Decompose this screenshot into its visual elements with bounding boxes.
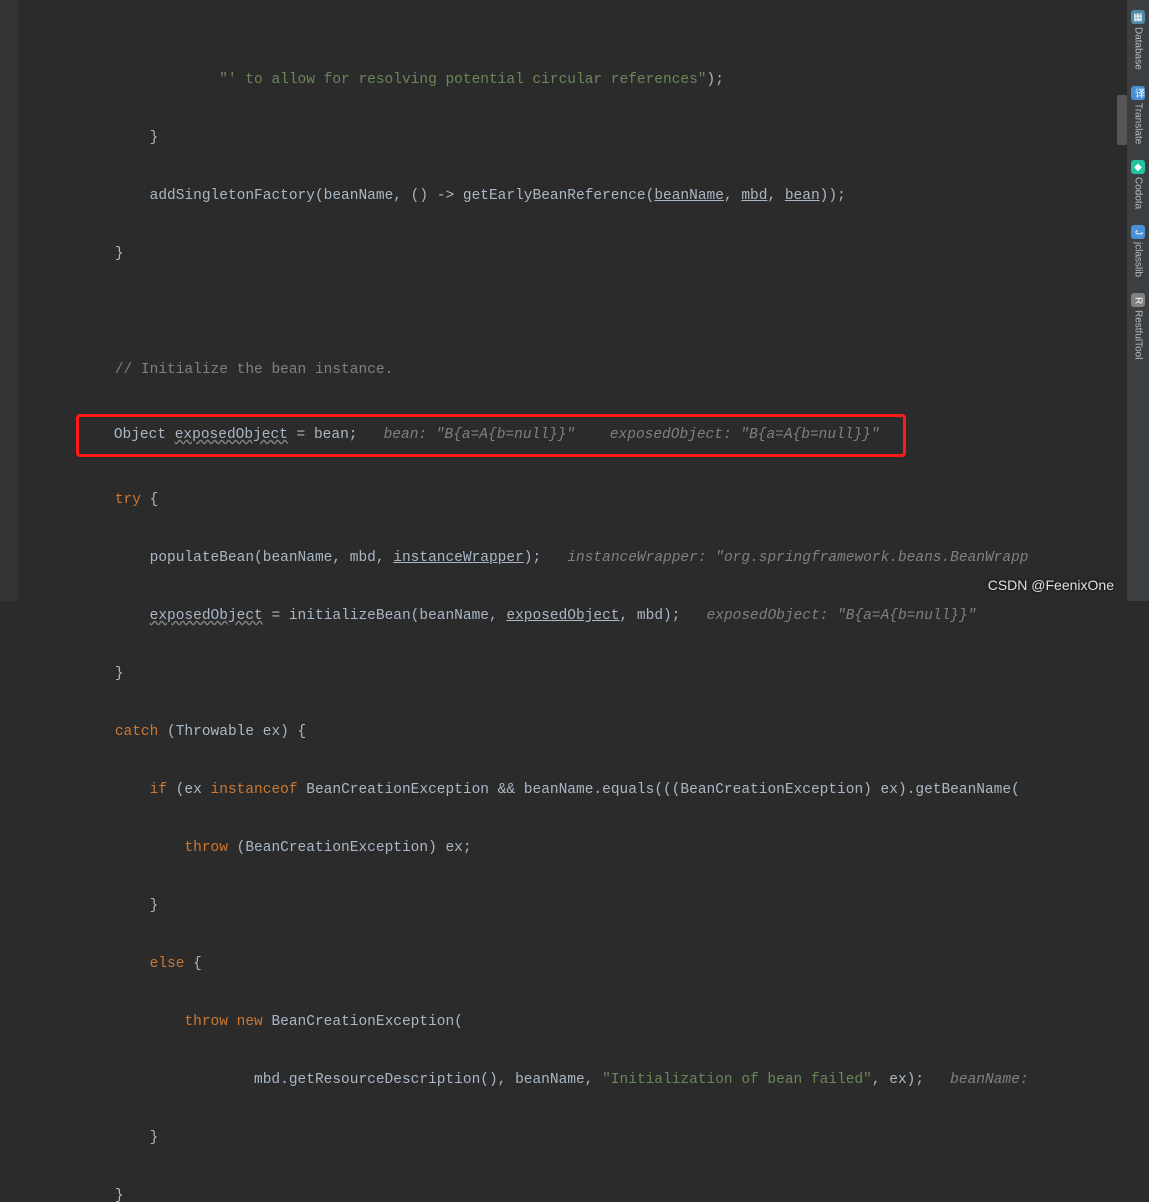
- code-text: = bean;: [288, 427, 358, 443]
- code-text: }: [150, 1130, 159, 1146]
- code-text: (BeanCreationException) ex;: [228, 840, 472, 856]
- sidebar-tab-codota[interactable]: ◆ Codota: [1129, 154, 1147, 215]
- scroll-marker[interactable]: [1117, 95, 1127, 145]
- code-text: "' to allow for resolving potential circ…: [219, 72, 706, 88]
- code-text: mbd.getResourceDescription(), beanName,: [254, 1072, 602, 1088]
- jclasslib-icon: J: [1131, 225, 1145, 239]
- keyword: throw new: [184, 1014, 262, 1030]
- keyword: throw: [184, 840, 228, 856]
- code-text: );: [707, 72, 724, 88]
- inline-hint: bean: "B{a=A{b=null}}": [384, 427, 575, 443]
- watermark: CSDN @FeenixOne: [988, 577, 1114, 593]
- keyword: instanceof: [211, 782, 298, 798]
- code-text: (Throwable ex) {: [158, 724, 306, 740]
- code-text: }: [115, 1188, 124, 1202]
- sidebar-tab-restfultool[interactable]: R RestfulTool: [1129, 287, 1147, 365]
- code-text: BeanCreationException && beanName.equals…: [298, 782, 1020, 798]
- sidebar-tab-label: RestfulTool: [1133, 310, 1144, 359]
- param-ref: exposedObject: [506, 608, 619, 624]
- code-text: {: [141, 492, 158, 508]
- keyword: else: [150, 956, 185, 972]
- code-text: , ex);: [872, 1072, 924, 1088]
- code-text: ));: [820, 188, 846, 204]
- param-ref: beanName: [654, 188, 724, 204]
- sidebar-tab-label: jclasslib: [1133, 242, 1144, 277]
- param-ref: bean: [785, 188, 820, 204]
- sidebar-tab-label: Database: [1133, 27, 1144, 70]
- inline-hint: beanName:: [950, 1072, 1028, 1088]
- var-ref: exposedObject: [150, 608, 263, 624]
- string-literal: "Initialization of bean failed": [602, 1072, 872, 1088]
- highlight-box: Object exposedObject = bean; bean: "B{a=…: [76, 414, 906, 457]
- code-text: ,: [724, 188, 741, 204]
- keyword: catch: [115, 724, 159, 740]
- param-ref: instanceWrapper: [393, 550, 524, 566]
- code-text: }: [150, 898, 159, 914]
- inline-hint: exposedObject: "B{a=A{b=null}}": [707, 608, 977, 624]
- database-icon: ▦: [1131, 10, 1145, 24]
- code-editor[interactable]: "' to allow for resolving potential circ…: [0, 0, 1149, 1202]
- restfultool-icon: R: [1131, 293, 1145, 307]
- inline-hint: exposedObject: "B{a=A{b=null}}": [610, 427, 880, 443]
- var-declaration: exposedObject: [175, 427, 288, 443]
- code-text: }: [115, 666, 124, 682]
- code-text: addSingletonFactory(beanName, () -> getE…: [150, 188, 655, 204]
- param-ref: mbd: [741, 188, 767, 204]
- code-text: }: [150, 130, 159, 146]
- keyword: try: [115, 492, 141, 508]
- sidebar-tab-jclasslib[interactable]: J jclasslib: [1129, 219, 1147, 283]
- code-text: }: [115, 246, 124, 262]
- code-text: populateBean(beanName, mbd,: [150, 550, 394, 566]
- translate-icon: 译: [1131, 86, 1145, 100]
- code-text: );: [524, 550, 541, 566]
- code-text: (ex: [167, 782, 211, 798]
- sidebar-tab-database[interactable]: ▦ Database: [1129, 4, 1147, 76]
- sidebar-tab-translate[interactable]: 译 Translate: [1129, 80, 1147, 150]
- code-text: = initializeBean(beanName,: [263, 608, 507, 624]
- code-text: Object: [114, 427, 175, 443]
- keyword: if: [150, 782, 167, 798]
- codota-icon: ◆: [1131, 160, 1145, 174]
- right-toolbar: ▦ Database 译 Translate ◆ Codota J jclass…: [1127, 0, 1149, 601]
- code-text: {: [184, 956, 201, 972]
- code-text: BeanCreationException(: [263, 1014, 463, 1030]
- inline-hint: instanceWrapper: "org.springframework.be…: [567, 550, 1028, 566]
- code-text: ,: [767, 188, 784, 204]
- sidebar-tab-label: Translate: [1133, 103, 1144, 144]
- comment: // Initialize the bean instance.: [115, 362, 393, 378]
- sidebar-tab-label: Codota: [1133, 177, 1144, 209]
- code-text: , mbd);: [620, 608, 681, 624]
